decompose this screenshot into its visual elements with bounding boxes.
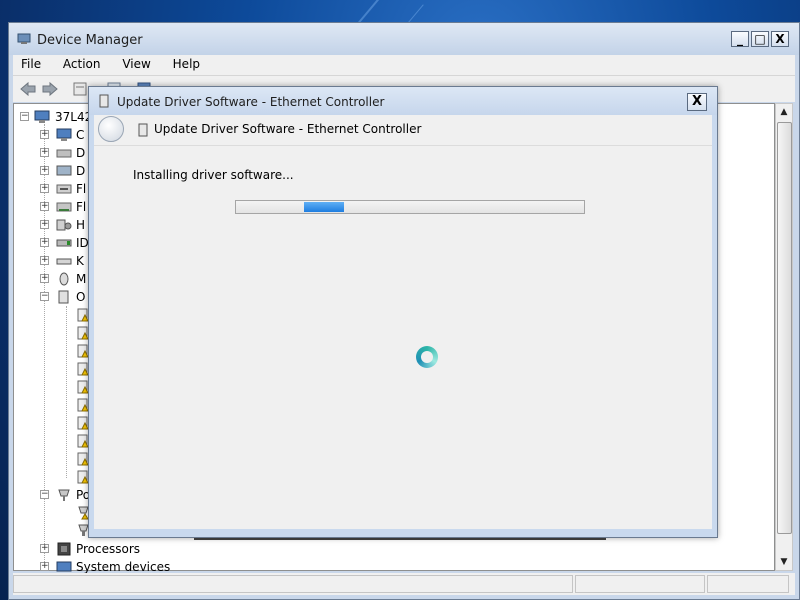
mouse-icon [59, 272, 69, 286]
floppy-drive-icon [56, 184, 72, 194]
status-bar [13, 573, 795, 595]
expand-toggle[interactable]: + [40, 562, 49, 571]
tree-item-label: Fl [76, 182, 87, 196]
ide-controller-icon [56, 239, 72, 247]
expand-toggle[interactable]: + [40, 166, 49, 175]
menu-file[interactable]: File [13, 55, 49, 71]
scroll-down-arrow-icon[interactable]: ▼ [776, 554, 792, 570]
minimize-button[interactable]: _ [731, 31, 749, 47]
expand-toggle[interactable]: + [40, 184, 49, 193]
tree-item-label: O [76, 290, 86, 304]
menu-help[interactable]: Help [165, 55, 208, 71]
tree-root-label: 37L42 [55, 110, 93, 124]
menu-bar: File Action View Help [13, 55, 795, 76]
busy-spinner-icon [416, 346, 438, 368]
keyboard-icon [56, 258, 72, 265]
ports-icon [58, 489, 70, 501]
expand-toggle[interactable]: + [40, 274, 49, 283]
collapse-toggle[interactable]: − [40, 490, 49, 499]
collapse-toggle[interactable]: − [40, 292, 49, 301]
hid-icon [56, 219, 72, 231]
device-manager-icon [17, 33, 31, 44]
expand-toggle[interactable]: + [40, 202, 49, 211]
maximize-button[interactable]: □ [751, 31, 769, 47]
tree-item-label: ID [76, 236, 89, 250]
dialog-title-bar[interactable]: Update Driver Software - Ethernet Contro… [89, 87, 717, 115]
window-title: Device Manager [37, 33, 143, 48]
collapse-toggle[interactable]: − [20, 112, 29, 121]
display-adapter-icon [56, 165, 72, 176]
background-dialog-edge [194, 538, 606, 540]
update-driver-dialog: Update Driver Software - Ethernet Contro… [88, 86, 718, 538]
scroll-up-arrow-icon[interactable]: ▲ [776, 104, 792, 120]
processor-icon [57, 542, 71, 556]
menu-view[interactable]: View [114, 55, 158, 71]
back-button[interactable] [98, 116, 124, 142]
properties-icon[interactable] [71, 80, 89, 98]
title-bar[interactable]: Device Manager _ □ X [9, 23, 799, 55]
expand-toggle[interactable]: + [40, 148, 49, 157]
scroll-thumb[interactable] [777, 122, 792, 534]
progress-marquee [304, 202, 344, 212]
expand-toggle[interactable]: + [40, 238, 49, 247]
expand-toggle[interactable]: + [40, 130, 49, 139]
tree-item-label: D [76, 164, 86, 178]
tree-item-label: Processors [76, 542, 141, 556]
floppy-controller-icon [56, 202, 72, 212]
close-button[interactable]: X [771, 31, 789, 47]
expand-toggle[interactable]: + [40, 220, 49, 229]
tree-item-label: C [76, 128, 85, 142]
other-devices-icon [58, 290, 69, 304]
device-icon [138, 123, 148, 137]
vertical-scrollbar[interactable]: ▲ ▼ [775, 103, 793, 571]
dialog-header: Update Driver Software - Ethernet Contro… [94, 115, 712, 145]
expand-toggle[interactable]: + [40, 256, 49, 265]
tree-item-label: H [76, 218, 86, 232]
system-devices-icon [56, 561, 72, 572]
dialog-title: Update Driver Software - Ethernet Contro… [117, 95, 385, 109]
install-progress-bar [235, 200, 585, 214]
status-cell [13, 575, 573, 593]
menu-action[interactable]: Action [55, 55, 109, 71]
tree-connector [66, 306, 67, 478]
tree-item-label: M [76, 272, 87, 286]
install-status-text: Installing driver software... [133, 168, 294, 182]
computer-icon [34, 110, 50, 123]
tree-item-label: K [76, 254, 84, 268]
status-cell [575, 575, 705, 593]
dialog-body: Installing driver software... [94, 145, 712, 529]
dialog-header-title: Update Driver Software - Ethernet Contro… [154, 122, 422, 136]
back-arrow-icon[interactable] [19, 80, 37, 98]
device-icon [99, 94, 109, 108]
dialog-close-button[interactable]: X [687, 93, 707, 111]
status-cell [707, 575, 789, 593]
tree-item-label: Fl [76, 200, 87, 214]
tree-item-label: System devices [76, 560, 171, 574]
tree-item-label: D [76, 146, 86, 160]
expand-toggle[interactable]: + [40, 544, 49, 553]
forward-arrow-icon[interactable] [41, 80, 59, 98]
disk-drive-icon [56, 149, 72, 158]
computer-icon [56, 128, 72, 141]
